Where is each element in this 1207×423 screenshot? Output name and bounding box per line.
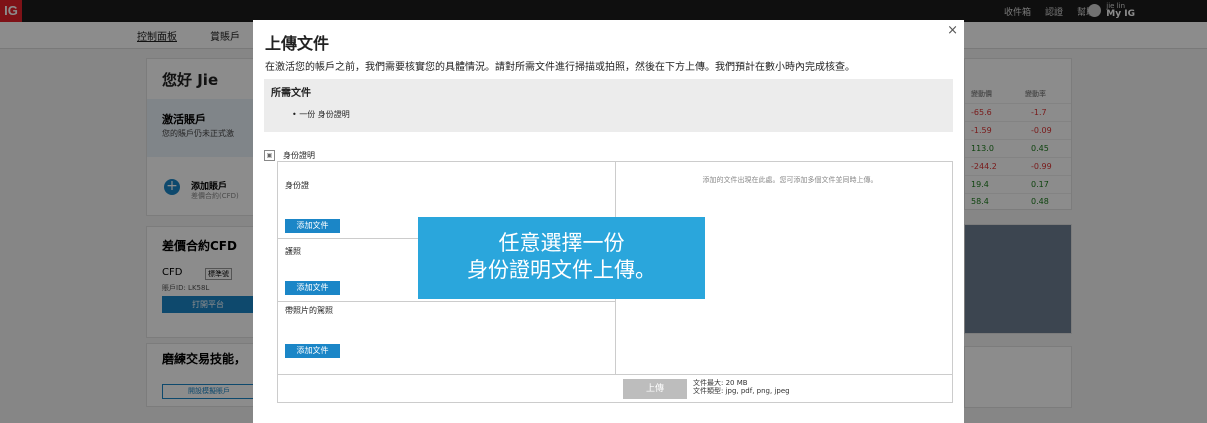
doc-label: 身份證 bbox=[285, 181, 309, 190]
add-file-button-id-card[interactable]: 添加文件 bbox=[285, 219, 340, 233]
doc-driving-licence: 帶照片的駕照 添加文件 bbox=[278, 301, 615, 374]
required-documents-panel: 所需文件 • 一份 身份證明 bbox=[264, 79, 953, 132]
upload-footer: 上傳 文件最大: 20 MB 文件類型: jpg, pdf, png, jpeg bbox=[277, 373, 953, 403]
add-file-button-passport[interactable]: 添加文件 bbox=[285, 281, 340, 295]
file-types: 文件類型: jpg, pdf, png, jpeg bbox=[693, 387, 790, 395]
id-card-icon: ▣ bbox=[264, 150, 275, 161]
modal-description: 在激活您的帳戶之前，我們需要核實您的具體情況。請對所需文件進行掃描或拍照，然後在… bbox=[265, 62, 855, 73]
modal-title: 上傳文件 bbox=[265, 34, 330, 53]
callout-line-2: 身份證明文件上傳。 bbox=[467, 258, 656, 282]
id-section-label: 身份證明 bbox=[283, 151, 315, 160]
instruction-callout: 任意選擇一份 身份證明文件上傳。 bbox=[418, 217, 705, 299]
close-icon[interactable]: × bbox=[947, 23, 958, 38]
file-limits: 文件最大: 20 MB 文件類型: jpg, pdf, png, jpeg bbox=[693, 379, 790, 395]
id-section-header: ▣ 身份證明 bbox=[264, 150, 315, 161]
required-item: • 一份 身份證明 bbox=[292, 110, 350, 119]
required-title: 所需文件 bbox=[271, 88, 311, 99]
upload-button[interactable]: 上傳 bbox=[623, 379, 687, 399]
doc-label: 護照 bbox=[285, 247, 301, 256]
doc-label: 帶照片的駕照 bbox=[285, 306, 333, 315]
callout-line-1: 任意選擇一份 bbox=[498, 231, 625, 255]
max-size: 文件最大: 20 MB bbox=[693, 379, 748, 387]
file-drop-hint: 添加的文件出現在此處。您可添加多個文件並同時上傳。 bbox=[702, 176, 878, 184]
add-file-button-driving-licence[interactable]: 添加文件 bbox=[285, 344, 340, 358]
